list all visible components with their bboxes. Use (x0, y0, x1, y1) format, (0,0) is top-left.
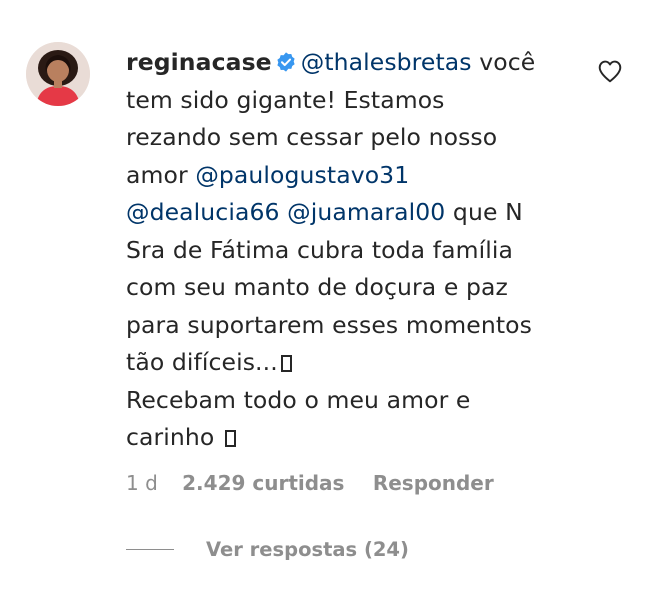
comment-text-segment: carinho (126, 423, 222, 451)
avatar[interactable] (26, 42, 90, 106)
view-replies-label: Ver respostas (24) (206, 538, 409, 561)
comment-line-6: Sra de Fátima cubra toda família (126, 235, 513, 264)
comment-meta: 1 d 2.429 curtidas Responder (126, 471, 494, 495)
likes-count[interactable]: 2.429 curtidas (182, 471, 344, 495)
comment-text-segment: amor (126, 160, 196, 189)
missing-emoji-glyph-icon (224, 430, 236, 447)
missing-emoji-glyph-icon (280, 355, 292, 372)
comment-text: reginacase @thalesbretas você tem sido gi… (126, 44, 566, 457)
comment-line-8: para suportarem esses momentos (126, 310, 532, 339)
comment-line-10: Recebam todo o meu amor e (126, 385, 471, 414)
comment-line-5: @dealucia66 @juamaral00 que N (126, 194, 566, 232)
heart-outline-icon[interactable] (597, 59, 623, 83)
replies-divider (126, 549, 174, 550)
comment-line-4: amor @paulogustavo31 (126, 157, 566, 195)
mention-juamaral00[interactable]: @juamaral00 (287, 198, 445, 226)
comment-text-segment: que N (445, 198, 523, 226)
comment-timestamp[interactable]: 1 d (126, 471, 158, 495)
comment-line-11: carinho (126, 419, 566, 457)
comment-line-1: reginacase @thalesbretas você (126, 44, 566, 82)
comment-line-2: tem sido gigante! Estamos (126, 85, 445, 114)
comment-text-segment: você (479, 48, 536, 76)
comment-line-7: com seu manto de doçura e paz (126, 273, 508, 301)
verified-badge-icon (277, 52, 295, 72)
comment-line-9: tão difíceis... (126, 344, 566, 382)
reply-button[interactable]: Responder (373, 471, 494, 495)
view-replies-button[interactable]: Ver respostas (24) (126, 538, 409, 561)
mention-dealucia66[interactable]: @dealucia66 (126, 198, 280, 226)
mention-paulogustavo31[interactable]: @paulogustavo31 (195, 161, 409, 189)
comment: reginacase @thalesbretas você tem sido gi… (0, 0, 660, 603)
comment-text-segment: tão difíceis... (126, 348, 278, 376)
mention-thalesbretas[interactable]: @thalesbretas (301, 48, 472, 76)
avatar-image (26, 42, 90, 106)
username[interactable]: reginacase (126, 48, 272, 76)
comment-line-3: rezando sem cessar pelo nosso (126, 123, 498, 151)
